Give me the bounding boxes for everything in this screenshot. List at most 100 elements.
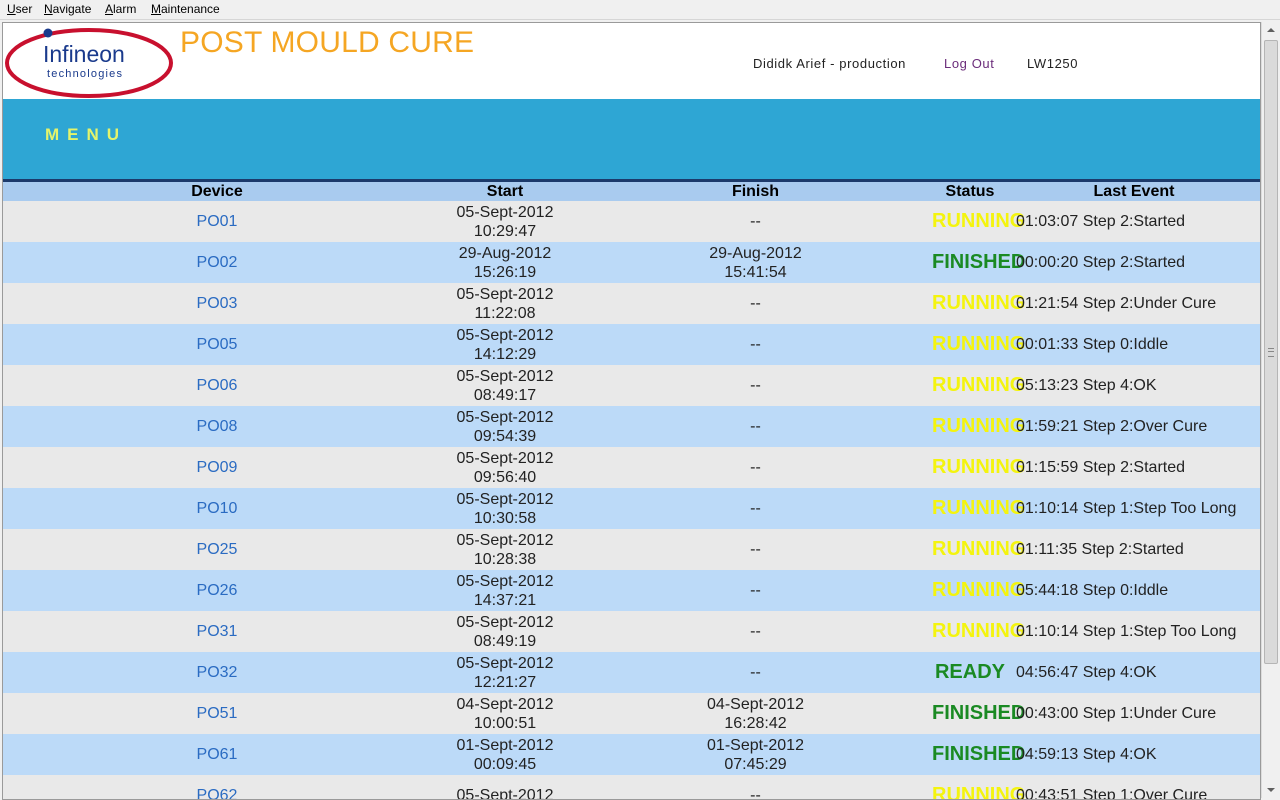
start-time: 00:09:45 xyxy=(473,755,537,773)
menu-alarm[interactable]: Alarm xyxy=(105,2,136,16)
header-start: Start xyxy=(431,182,579,201)
menu-bar: User Navigate Alarm Maintenance xyxy=(0,0,1280,20)
finish-cell: -- xyxy=(579,365,932,406)
start-date: 05-Sept-2012 xyxy=(456,326,554,344)
user-name: Dididk Arief - production xyxy=(753,56,907,71)
status-badge: RUNNING xyxy=(932,456,1026,478)
table-body: PO01 05-Sept-2012 10:29:47 -- RUNNING 01:03:0… xyxy=(3,201,1260,800)
logout-link[interactable]: Log Out xyxy=(944,56,994,71)
device-link[interactable]: PO09 xyxy=(197,459,238,476)
finish-time: 07:45:29 xyxy=(724,755,787,773)
status-cell: RUNNING xyxy=(932,488,1025,529)
finish-date: -- xyxy=(750,213,761,230)
finish-date: -- xyxy=(750,377,761,394)
device-cell: PO31 xyxy=(3,611,431,652)
device-link[interactable]: PO61 xyxy=(197,746,238,763)
menu-band: MENU xyxy=(3,99,1260,182)
finish-cell: -- xyxy=(579,201,932,242)
device-link[interactable]: PO08 xyxy=(197,418,238,435)
last-event-cell: 00:43:51 Step 1:Over Cure xyxy=(1008,775,1260,799)
device-table: Device Start Finish Status Last Event PO… xyxy=(3,182,1260,800)
device-link[interactable]: PO02 xyxy=(197,254,238,271)
device-link[interactable]: PO03 xyxy=(197,295,238,312)
start-time: 08:49:17 xyxy=(473,386,537,404)
device-link[interactable]: PO51 xyxy=(197,705,238,722)
last-event-cell: 05:13:23 Step 4:OK xyxy=(1008,365,1260,406)
scroll-up-arrow-icon[interactable] xyxy=(1262,22,1279,39)
start-date: 05-Sept-2012 xyxy=(456,490,554,508)
scrollbar-thumb[interactable] xyxy=(1264,40,1278,664)
finish-cell: -- xyxy=(579,775,932,799)
finish-cell: -- xyxy=(579,652,932,693)
start-time: 09:56:40 xyxy=(473,468,537,486)
finish-date: -- xyxy=(750,459,761,476)
finish-cell: 29-Aug-2012 15:41:54 xyxy=(579,242,932,283)
start-cell: 04-Sept-2012 10:00:51 xyxy=(431,693,579,734)
finish-date: -- xyxy=(750,541,761,558)
device-link[interactable]: PO26 xyxy=(197,582,238,599)
start-cell: 05-Sept-2012 10:29:47 xyxy=(431,201,579,242)
device-cell: PO51 xyxy=(3,693,431,734)
page-title: POST MOULD CURE xyxy=(180,26,475,59)
device-link[interactable]: PO62 xyxy=(197,787,238,800)
header-finish: Finish xyxy=(579,182,932,201)
device-cell: PO26 xyxy=(3,570,431,611)
table-row: PO06 05-Sept-2012 08:49:17 -- RUNNING 05:13:2… xyxy=(3,365,1260,406)
page-header: Infineon technologies POST MOULD CURE Di… xyxy=(3,23,1260,99)
device-cell: PO02 xyxy=(3,242,431,283)
start-cell: 05-Sept-2012 09:54:39 xyxy=(431,406,579,447)
menu-navigate[interactable]: Navigate xyxy=(44,2,91,16)
status-badge: READY xyxy=(934,661,1005,683)
device-link[interactable]: PO31 xyxy=(197,623,238,640)
table-row: PO05 05-Sept-2012 14:12:29 -- RUNNING 00:01:3… xyxy=(3,324,1260,365)
device-link[interactable]: PO32 xyxy=(197,664,238,681)
start-time: 10:00:51 xyxy=(473,714,537,732)
finish-date: 01-Sept-2012 xyxy=(707,736,804,754)
status-badge: RUNNING xyxy=(932,497,1026,519)
device-table-container: Device Start Finish Status Last Event PO… xyxy=(3,182,1260,800)
vertical-scrollbar[interactable] xyxy=(1261,22,1279,798)
status-cell: RUNNING xyxy=(932,201,1025,242)
table-row: PO09 05-Sept-2012 09:56:40 -- RUNNING 01:15:5… xyxy=(3,447,1260,488)
start-cell: 05-Sept-2012 10:30:58 xyxy=(431,488,579,529)
device-link[interactable]: PO25 xyxy=(197,541,238,558)
table-row: PO51 04-Sept-2012 10:00:51 04-Sept-2012 16:2… xyxy=(3,693,1260,734)
device-link[interactable]: PO05 xyxy=(197,336,238,353)
device-cell: PO01 xyxy=(3,201,431,242)
finish-date: 29-Aug-2012 xyxy=(709,244,802,262)
finish-date: 04-Sept-2012 xyxy=(707,695,804,713)
status-badge: FINISHED xyxy=(932,743,1026,765)
start-cell: 05-Sept-2012 14:12:29 xyxy=(431,324,579,365)
start-cell: 01-Sept-2012 00:09:45 xyxy=(431,734,579,775)
device-link[interactable]: PO10 xyxy=(197,500,238,517)
menu-user[interactable]: User xyxy=(7,2,32,16)
start-cell: 05-Sept-2012 09:56:40 xyxy=(431,447,579,488)
status-badge: RUNNING xyxy=(932,620,1026,642)
start-cell: 05-Sept-2012 12:21:27 xyxy=(431,652,579,693)
scroll-down-arrow-icon[interactable] xyxy=(1262,781,1279,798)
start-cell: 05-Sept-2012 11:22:08 xyxy=(431,283,579,324)
last-event-cell: 04:56:47 Step 4:OK xyxy=(1008,652,1260,693)
device-cell: PO62 xyxy=(3,775,431,800)
status-cell: FINISHED xyxy=(932,734,1025,775)
start-time: 12:21:27 xyxy=(473,673,537,691)
finish-date: -- xyxy=(750,295,761,312)
menu-button[interactable]: MENU xyxy=(45,125,127,145)
status-badge: RUNNING xyxy=(932,784,1026,800)
device-cell: PO61 xyxy=(3,734,431,775)
start-date: 04-Sept-2012 xyxy=(456,695,554,713)
finish-time: 15:41:54 xyxy=(724,263,787,281)
device-cell: PO05 xyxy=(3,324,431,365)
station-id: LW1250 xyxy=(1027,56,1079,71)
menu-maintenance[interactable]: Maintenance xyxy=(151,2,220,16)
last-event-cell: 01:03:07 Step 2:Started xyxy=(1008,201,1260,242)
start-date: 29-Aug-2012 xyxy=(458,244,552,262)
start-date: 05-Sept-2012 xyxy=(456,572,554,590)
device-cell: PO09 xyxy=(3,447,431,488)
status-cell: RUNNING xyxy=(932,775,1025,799)
start-time: 10:30:58 xyxy=(473,509,537,527)
start-date: 05-Sept-2012 xyxy=(456,285,554,303)
device-link[interactable]: PO06 xyxy=(197,377,238,394)
device-link[interactable]: PO01 xyxy=(197,213,238,230)
finish-cell: -- xyxy=(579,283,932,324)
